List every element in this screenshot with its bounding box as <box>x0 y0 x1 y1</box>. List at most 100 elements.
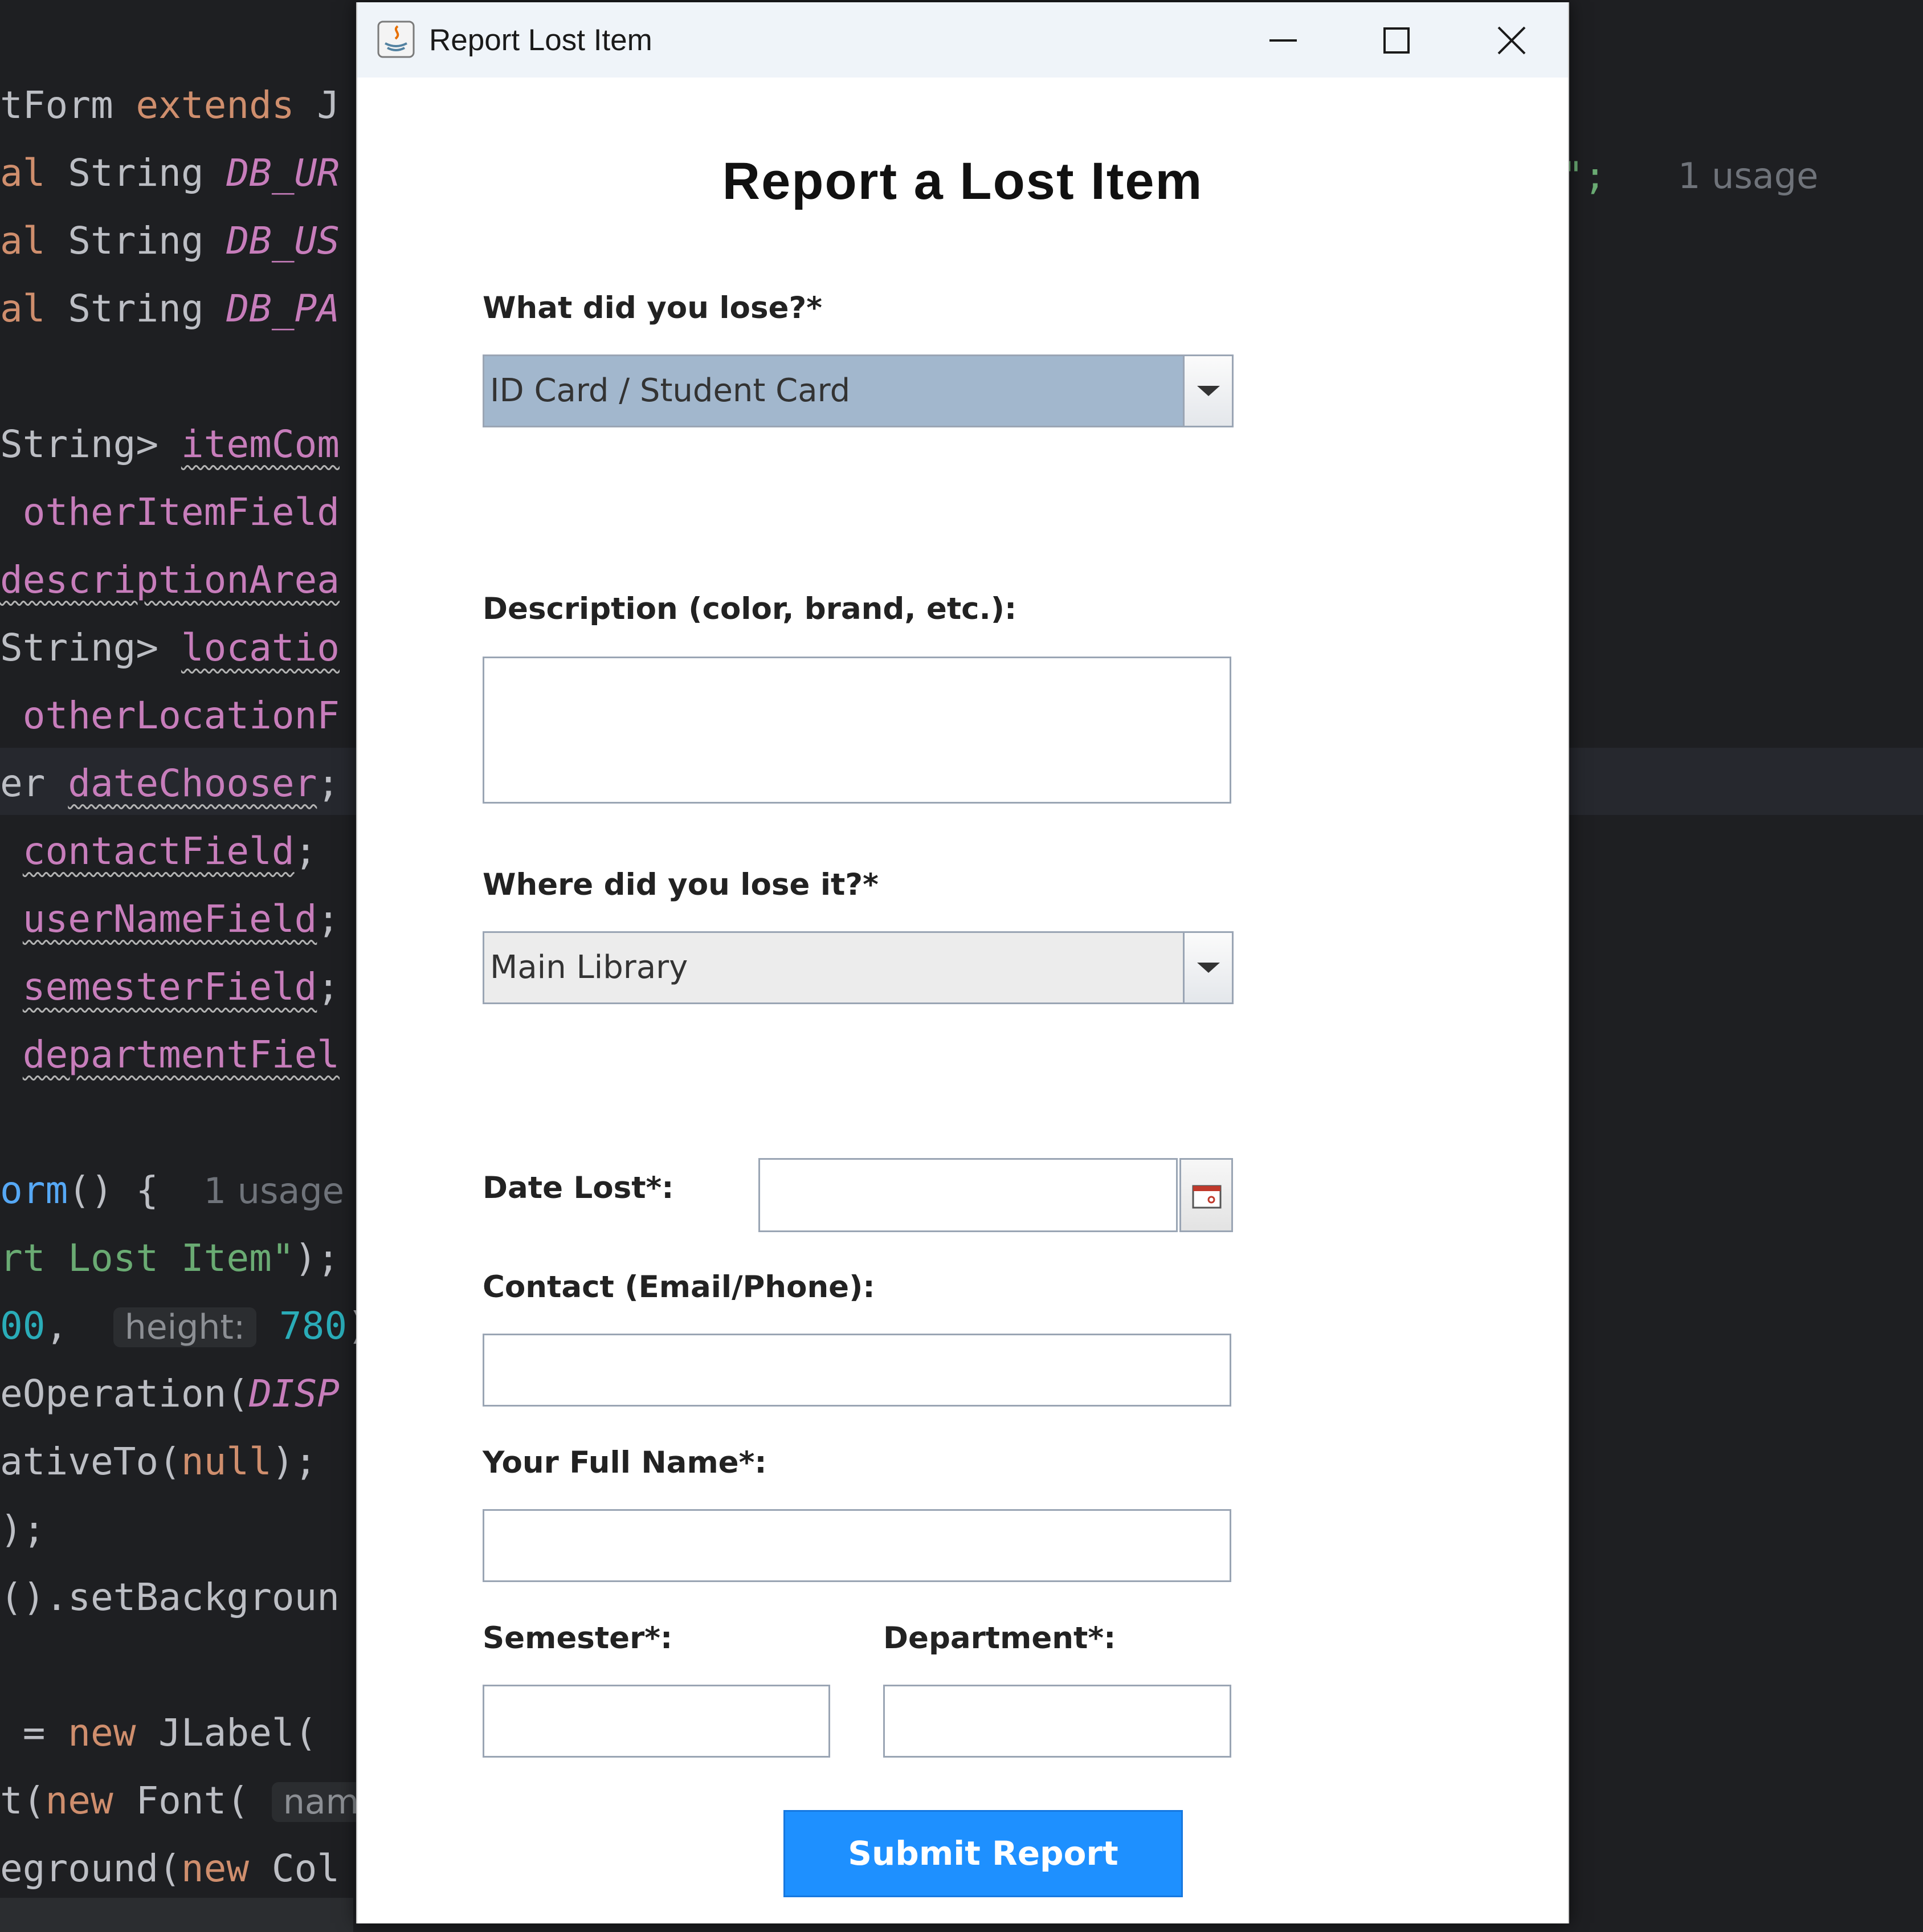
code-token: ); <box>271 1440 317 1483</box>
java-icon <box>377 21 415 58</box>
usage-hint-right[interactable]: 1 usage <box>1678 145 1818 207</box>
code-line: userNameField; <box>0 888 340 951</box>
code-token: new <box>45 1779 113 1823</box>
code-token: , <box>45 1304 113 1348</box>
code-token: DB_US <box>226 219 340 263</box>
code-line: tForm extends J <box>0 74 340 137</box>
code-token: String> <box>0 422 181 466</box>
code-token: eground( <box>0 1847 181 1890</box>
code-line: er dateChooser; <box>0 752 340 815</box>
full-name-label: Your Full Name*: <box>483 1445 767 1480</box>
code-token: 1 usage <box>203 1170 344 1212</box>
full-name-field[interactable] <box>483 1509 1231 1582</box>
location-combobox[interactable]: Main Library <box>483 931 1234 1004</box>
description-label: Description (color, brand, etc.): <box>483 592 1017 626</box>
code-token: String <box>68 219 227 263</box>
department-field[interactable] <box>883 1685 1231 1758</box>
code-line: rt Lost Item"); <box>0 1227 340 1290</box>
code-line: 00, height: 780) <box>0 1295 370 1358</box>
code-token: t( <box>0 1779 46 1823</box>
semester-field[interactable] <box>483 1685 830 1758</box>
location-label: Where did you lose it?* <box>483 867 879 902</box>
submit-report-button[interactable]: Submit Report <box>783 1810 1183 1897</box>
code-token: 00 <box>0 1304 46 1348</box>
code-token: semesterField <box>22 965 317 1009</box>
location-combobox-value: Main Library <box>490 949 688 986</box>
code-line: otherItemField <box>0 481 340 544</box>
code-token: String <box>68 151 227 195</box>
code-line: al String DB_PA <box>0 278 340 340</box>
code-token: ); <box>0 1507 46 1551</box>
code-token: = <box>0 1711 68 1755</box>
code-token: tForm <box>0 83 136 127</box>
date-input[interactable] <box>758 1158 1178 1232</box>
code-line: al String DB_UR <box>0 142 340 205</box>
chevron-down-icon[interactable] <box>1183 933 1232 1002</box>
code-token: otherLocationF <box>22 694 340 737</box>
minimize-button[interactable] <box>1249 14 1317 66</box>
semester-label: Semester*: <box>483 1621 673 1656</box>
code-token: ; <box>317 965 340 1009</box>
minimize-icon <box>1269 39 1297 42</box>
code-token: ; <box>294 829 317 873</box>
code-token: DB_UR <box>226 151 340 195</box>
code-line: otherLocationF <box>0 684 340 747</box>
code-token: null <box>181 1440 272 1483</box>
code-token: er <box>0 761 68 805</box>
code-line: ); <box>0 1498 45 1561</box>
description-textarea[interactable] <box>483 657 1231 804</box>
code-line: al String DB_US <box>0 210 340 272</box>
code-line: descriptionArea <box>0 549 340 612</box>
code-token: al <box>0 287 68 331</box>
code-token: eOperation( <box>0 1372 250 1416</box>
close-button[interactable] <box>1477 14 1545 66</box>
maximize-button[interactable] <box>1362 14 1430 66</box>
code-token: rt Lost Item" <box>0 1236 295 1280</box>
code-line: eground(new Col <box>0 1837 340 1900</box>
code-token: DB_PA <box>226 287 340 331</box>
date-picker-button[interactable] <box>1179 1158 1233 1232</box>
contact-label: Contact (Email/Phone): <box>483 1270 875 1305</box>
contact-field[interactable] <box>483 1334 1231 1407</box>
editor-bottom-line <box>0 1898 353 1932</box>
code-token: Font( <box>113 1779 272 1823</box>
code-token: new <box>181 1847 250 1890</box>
code-token: al <box>0 151 68 195</box>
code-token: ativeTo( <box>0 1440 181 1483</box>
code-token: ; <box>317 897 340 941</box>
code-token: userNameField <box>22 897 317 941</box>
code-line: t(new Font( nam <box>0 1770 371 1832</box>
date-label: Date Lost*: <box>483 1171 674 1205</box>
code-token: () { <box>68 1168 204 1212</box>
code-token: ; <box>317 761 340 805</box>
code-token: itemCom <box>181 422 340 466</box>
chevron-down-icon[interactable] <box>1183 356 1232 426</box>
item-combobox-value: ID Card / Student Card <box>490 372 851 409</box>
item-combobox[interactable]: ID Card / Student Card <box>483 354 1234 427</box>
code-token: extends <box>136 83 295 127</box>
department-label: Department*: <box>883 1621 1116 1656</box>
code-line: ().setBackgroun <box>0 1566 340 1629</box>
code-token: JLabel( <box>136 1711 317 1755</box>
code-token: height: <box>113 1307 257 1347</box>
window-titlebar[interactable]: Report Lost Item <box>357 2 1568 78</box>
code-line: orm() { 1 usage <box>0 1159 344 1222</box>
code-token: J <box>294 83 340 127</box>
window-title: Report Lost Item <box>429 23 652 57</box>
form-title: Report a Lost Item <box>722 152 1203 210</box>
code-line: String> locatio <box>0 617 340 679</box>
code-token: orm <box>0 1168 68 1212</box>
report-lost-item-window: Report Lost Item Report a Lost Item What… <box>356 2 1569 1923</box>
maximize-icon <box>1383 27 1410 54</box>
code-token: locatio <box>181 626 340 670</box>
code-token: 780 <box>279 1304 348 1348</box>
code-token: String> <box>0 626 181 670</box>
code-token: departmentFiel <box>22 1033 340 1077</box>
